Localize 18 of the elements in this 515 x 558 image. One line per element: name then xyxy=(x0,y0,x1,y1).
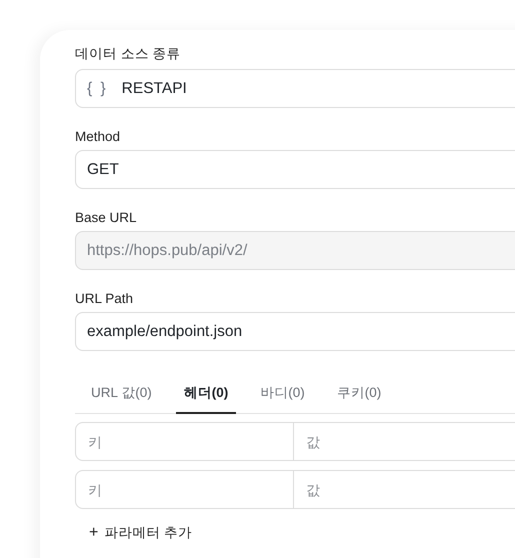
input-field[interactable]: example/endpoint.json xyxy=(75,312,515,351)
braces-icon: { } xyxy=(87,80,108,98)
add-parameter-button[interactable]: + 파라메터 추가 xyxy=(75,520,192,546)
field-label: Method xyxy=(75,129,122,144)
tab[interactable]: 쿠키(0) xyxy=(328,374,390,414)
value-field[interactable]: 값 xyxy=(294,470,515,509)
tab[interactable]: 바디(0) xyxy=(252,374,313,414)
field-label: URL Path xyxy=(75,291,134,306)
value-field[interactable]: 값 xyxy=(294,422,515,461)
field-label: Base URL xyxy=(75,210,138,225)
tab[interactable]: 헤더(0) xyxy=(176,374,236,414)
tab[interactable]: URL 값(0) xyxy=(83,374,160,414)
field-label: 데이터 소스 종류 xyxy=(75,45,182,63)
select-field[interactable]: GET xyxy=(75,150,515,189)
plus-icon: + xyxy=(89,524,98,542)
select-field[interactable]: { } RESTAPI xyxy=(75,69,515,108)
key-field[interactable]: 키 xyxy=(75,422,294,461)
key-field[interactable]: 키 xyxy=(75,470,294,509)
